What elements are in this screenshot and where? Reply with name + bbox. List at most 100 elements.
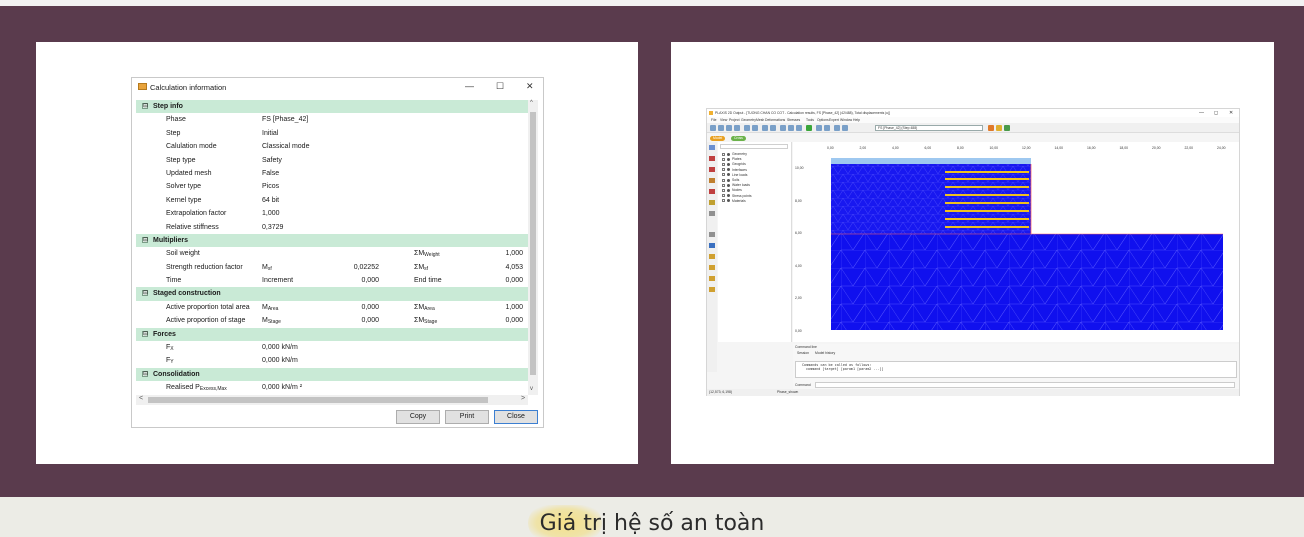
visibility-eye-icon[interactable] <box>727 194 730 198</box>
tab-cross[interactable]: Cross <box>731 136 746 141</box>
visibility-eye-icon[interactable] <box>727 188 730 192</box>
tree-item[interactable]: Water loads <box>732 183 750 187</box>
select-tool-icon[interactable] <box>709 145 715 150</box>
phase-select[interactable]: FS [Phase_42] (Step 488) <box>875 125 983 131</box>
tree-checkbox[interactable] <box>722 194 725 198</box>
section-header[interactable]: ⊟ Forces <box>136 327 529 342</box>
toolbar-icon[interactable] <box>1004 125 1010 131</box>
close-window-button[interactable]: ✕ <box>526 81 534 92</box>
menu-item-mesh[interactable]: Mesh <box>756 118 764 122</box>
tool-icon[interactable] <box>709 200 715 205</box>
tree-checkbox[interactable] <box>722 199 725 203</box>
tree-item[interactable]: Geogrids <box>732 162 746 166</box>
tool-icon[interactable] <box>709 189 715 194</box>
collapse-toggle-icon[interactable]: ⊟ <box>142 103 148 109</box>
toolbar-icon[interactable] <box>734 125 740 131</box>
menu-item-stresses[interactable]: Stresses <box>787 118 800 122</box>
plaxis-close-button[interactable]: ✕ <box>1229 110 1233 116</box>
tab-model-history[interactable]: Model history <box>815 351 835 355</box>
tree-checkbox[interactable] <box>722 183 725 187</box>
visibility-eye-icon[interactable] <box>727 152 730 156</box>
collapse-toggle-icon[interactable]: ⊟ <box>142 370 148 377</box>
scroll-up-arrow-icon[interactable]: ^ <box>530 100 533 106</box>
model-canvas[interactable]: 0,00 2,00 4,00 6,00 8,00 10,00 12,00 14,00 16,00… <box>793 142 1239 342</box>
vertical-scrollbar[interactable]: ^ v <box>528 100 538 395</box>
tab-model[interactable]: Model <box>710 136 726 141</box>
menu-item-help[interactable]: Help <box>853 118 860 122</box>
menu-item-project[interactable]: Project <box>729 118 740 122</box>
maximize-button[interactable]: ☐ <box>496 81 504 92</box>
visibility-eye-icon[interactable] <box>727 162 730 166</box>
horizontal-scrollbar[interactable]: < > <box>136 395 528 405</box>
plaxis-maximize-button[interactable]: ◻ <box>1214 110 1218 116</box>
section-header[interactable]: ⊟ Staged construction <box>136 287 529 301</box>
print-button[interactable]: Print <box>445 410 489 424</box>
add-icon[interactable] <box>806 125 812 131</box>
horizontal-scroll-thumb[interactable] <box>148 397 488 403</box>
toolbar-icon[interactable] <box>744 125 750 131</box>
tree-item[interactable]: Geometry <box>732 152 747 156</box>
tree-checkbox[interactable] <box>722 168 725 172</box>
scroll-right-arrow-icon[interactable]: > <box>521 395 525 402</box>
zoom-fit-icon[interactable] <box>796 125 802 131</box>
visibility-eye-icon[interactable] <box>727 157 730 161</box>
menu-item-view[interactable]: View <box>720 118 727 122</box>
toolbar-icon[interactable] <box>752 125 758 131</box>
toolbar-icon[interactable] <box>726 125 732 131</box>
tree-checkbox[interactable] <box>722 162 725 166</box>
tree-item[interactable]: Soils <box>732 178 739 182</box>
tool-icon[interactable] <box>709 167 715 172</box>
toolbar-icon[interactable] <box>718 125 724 131</box>
menu-item-expert[interactable]: Expert <box>829 118 839 122</box>
tree-checkbox[interactable] <box>722 152 725 156</box>
toolbar-icon[interactable] <box>834 125 840 131</box>
menu-item-geometry[interactable]: Geometry <box>741 118 756 122</box>
visibility-eye-icon[interactable] <box>727 168 730 172</box>
collapse-toggle-icon[interactable]: ⊟ <box>142 290 148 297</box>
section-header[interactable]: ⊟ Multipliers <box>136 233 529 248</box>
tree-item[interactable]: Interfaces <box>732 168 747 172</box>
zoom-out-icon[interactable] <box>788 125 794 131</box>
command-input[interactable] <box>815 382 1235 388</box>
scroll-left-arrow-icon[interactable]: < <box>139 395 143 402</box>
tree-item[interactable]: Materials <box>732 199 746 203</box>
tree-item[interactable]: Nodes <box>732 188 742 192</box>
minimize-button[interactable]: — <box>465 81 474 91</box>
zoom-in-icon[interactable] <box>780 125 786 131</box>
menu-item-window[interactable]: Window <box>840 118 852 122</box>
visibility-eye-icon[interactable] <box>727 178 730 182</box>
tool-icon[interactable] <box>709 232 715 237</box>
tree-checkbox[interactable] <box>722 173 725 177</box>
toolbar-icon[interactable] <box>816 125 822 131</box>
visibility-eye-icon[interactable] <box>727 199 730 203</box>
tool-icon[interactable] <box>709 211 715 216</box>
collapse-toggle-icon[interactable]: ⊟ <box>142 236 148 243</box>
toolbar-icon[interactable] <box>762 125 768 131</box>
menu-item-file[interactable]: File <box>711 118 716 122</box>
toolbar-icon[interactable] <box>988 125 994 131</box>
tool-icon[interactable] <box>709 243 715 248</box>
collapse-toggle-icon[interactable]: ⊟ <box>142 330 148 337</box>
tree-checkbox[interactable] <box>722 188 725 192</box>
toolbar-icon[interactable] <box>824 125 830 131</box>
tool-icon[interactable] <box>709 178 715 183</box>
toolbar-icon[interactable] <box>710 125 716 131</box>
vertical-scroll-thumb[interactable] <box>530 112 536 375</box>
tool-icon[interactable] <box>709 276 715 281</box>
tool-icon[interactable] <box>709 287 715 292</box>
tool-icon[interactable] <box>709 254 715 259</box>
tree-item[interactable]: Stress points <box>732 194 752 198</box>
tab-session[interactable]: Session <box>797 351 809 355</box>
toolbar-icon[interactable] <box>770 125 776 131</box>
close-button[interactable]: Close <box>494 410 538 424</box>
tree-checkbox[interactable] <box>722 157 725 161</box>
section-header[interactable]: ⊟ Step info <box>136 100 529 114</box>
scroll-down-arrow-icon[interactable]: v <box>530 386 533 392</box>
section-header[interactable]: ⊟ Consolidation <box>136 367 529 382</box>
copy-button[interactable]: Copy <box>396 410 440 424</box>
tree-item[interactable]: Line loads <box>732 173 747 177</box>
tree-search-input[interactable] <box>720 144 788 149</box>
menu-item-deformations[interactable]: Deformations <box>765 118 785 122</box>
visibility-eye-icon[interactable] <box>727 173 730 177</box>
tree-checkbox[interactable] <box>722 178 725 182</box>
